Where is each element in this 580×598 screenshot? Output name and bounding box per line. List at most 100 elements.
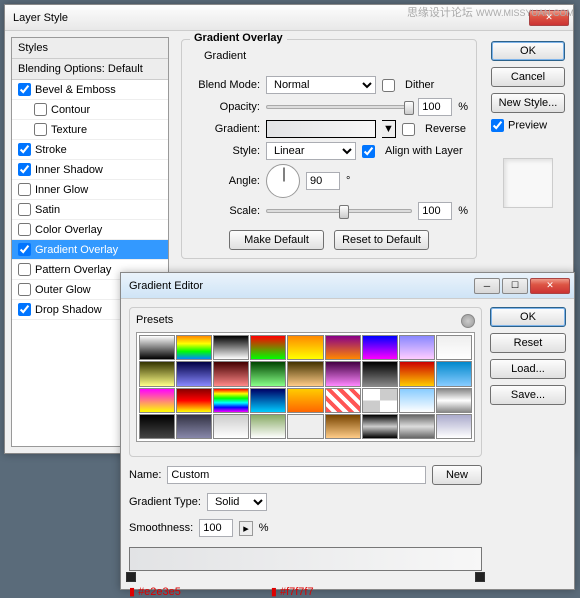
new-button[interactable]: New <box>432 465 482 485</box>
preset-swatch[interactable] <box>139 361 175 386</box>
style-checkbox[interactable] <box>18 163 31 176</box>
dither-checkbox[interactable] <box>382 79 395 92</box>
preset-swatch[interactable] <box>325 335 361 360</box>
preset-swatch[interactable] <box>436 335 472 360</box>
sidebar-blending-header[interactable]: Blending Options: Default <box>12 59 168 80</box>
preset-swatch[interactable] <box>287 361 323 386</box>
style-checkbox[interactable] <box>18 263 31 276</box>
reset-default-button[interactable]: Reset to Default <box>334 230 429 250</box>
preset-swatch[interactable] <box>436 361 472 386</box>
style-select[interactable]: Linear <box>266 142 356 160</box>
preset-swatch[interactable] <box>250 335 286 360</box>
style-checkbox[interactable] <box>18 203 31 216</box>
style-checkbox[interactable] <box>34 123 47 136</box>
pct-label: % <box>458 101 468 113</box>
preset-swatch[interactable] <box>399 361 435 386</box>
sidebar-styles-header[interactable]: Styles <box>12 38 168 59</box>
sidebar-item-gradient-overlay[interactable]: Gradient Overlay <box>12 240 168 260</box>
preset-swatch[interactable] <box>287 388 323 413</box>
style-label: Texture <box>51 124 87 136</box>
minimize-icon[interactable]: ─ <box>474 278 500 294</box>
save-button[interactable]: Save... <box>490 385 566 405</box>
sidebar-item-inner-shadow[interactable]: Inner Shadow <box>12 160 168 180</box>
preset-swatch[interactable] <box>213 335 249 360</box>
preset-swatch[interactable] <box>325 414 361 439</box>
sidebar-item-inner-glow[interactable]: Inner Glow <box>12 180 168 200</box>
preset-swatch[interactable] <box>176 388 212 413</box>
preset-swatch[interactable] <box>176 335 212 360</box>
reset-button[interactable]: Reset <box>490 333 566 353</box>
align-label: Align with Layer <box>385 145 463 157</box>
color-stop-left[interactable] <box>126 572 136 582</box>
style-checkbox[interactable] <box>18 143 31 156</box>
preset-swatch[interactable] <box>399 335 435 360</box>
preset-swatch[interactable] <box>213 388 249 413</box>
sidebar-item-color-overlay[interactable]: Color Overlay <box>12 220 168 240</box>
preset-swatch[interactable] <box>139 414 175 439</box>
cancel-button[interactable]: Cancel <box>491 67 565 87</box>
preset-swatch[interactable] <box>287 414 323 439</box>
new-style-button[interactable]: New Style... <box>491 93 565 113</box>
gradient-bar[interactable] <box>129 547 482 571</box>
style-checkbox[interactable] <box>18 283 31 296</box>
ok-button[interactable]: OK <box>490 307 566 327</box>
sidebar-item-texture[interactable]: Texture <box>12 120 168 140</box>
sidebar-item-satin[interactable]: Satin <box>12 200 168 220</box>
gradient-dropdown-icon[interactable]: ▼ <box>382 120 396 138</box>
smoothness-field[interactable] <box>199 519 233 537</box>
preset-swatch[interactable] <box>362 414 398 439</box>
preset-swatch[interactable] <box>325 361 361 386</box>
preview-checkbox[interactable] <box>491 119 504 132</box>
preset-swatch[interactable] <box>213 361 249 386</box>
preset-swatch[interactable] <box>325 388 361 413</box>
smoothness-stepper-icon[interactable]: ▸ <box>239 521 253 536</box>
close-icon[interactable]: ✕ <box>530 278 570 294</box>
opacity-label: Opacity: <box>190 101 260 113</box>
preset-swatch[interactable] <box>250 388 286 413</box>
reverse-checkbox[interactable] <box>402 123 415 136</box>
scale-slider[interactable] <box>266 209 412 213</box>
preset-swatch[interactable] <box>213 414 249 439</box>
align-checkbox[interactable] <box>362 145 375 158</box>
preset-swatch[interactable] <box>176 414 212 439</box>
angle-field[interactable] <box>306 172 340 190</box>
preset-swatch[interactable] <box>139 335 175 360</box>
maximize-icon[interactable]: ☐ <box>502 278 528 294</box>
preset-swatch[interactable] <box>399 414 435 439</box>
scale-field[interactable] <box>418 202 452 220</box>
style-checkbox[interactable] <box>34 103 47 116</box>
sidebar-item-stroke[interactable]: Stroke <box>12 140 168 160</box>
gear-icon[interactable] <box>461 314 475 328</box>
preset-swatch[interactable] <box>250 414 286 439</box>
preset-swatch[interactable] <box>287 335 323 360</box>
make-default-button[interactable]: Make Default <box>229 230 324 250</box>
preset-swatch[interactable] <box>399 388 435 413</box>
gradient-type-select[interactable]: Solid <box>207 493 267 511</box>
load-button[interactable]: Load... <box>490 359 566 379</box>
opacity-slider[interactable] <box>266 105 412 109</box>
style-checkbox[interactable] <box>18 223 31 236</box>
style-checkbox[interactable] <box>18 83 31 96</box>
preset-swatch[interactable] <box>176 361 212 386</box>
style-checkbox[interactable] <box>18 303 31 316</box>
preset-swatch[interactable] <box>250 361 286 386</box>
preset-swatch[interactable] <box>362 388 398 413</box>
ok-button[interactable]: OK <box>491 41 565 61</box>
name-field[interactable] <box>167 466 426 484</box>
preset-swatch[interactable] <box>362 361 398 386</box>
style-checkbox[interactable] <box>18 183 31 196</box>
gradient-preview[interactable] <box>266 120 376 138</box>
blend-mode-select[interactable]: Normal <box>266 76 376 94</box>
sidebar-item-contour[interactable]: Contour <box>12 100 168 120</box>
opacity-field[interactable] <box>418 98 452 116</box>
preset-swatch[interactable] <box>139 388 175 413</box>
color-stop-right[interactable] <box>475 572 485 582</box>
reverse-label: Reverse <box>425 123 466 135</box>
preset-swatch[interactable] <box>436 414 472 439</box>
titlebar[interactable]: Gradient Editor ─ ☐ ✕ <box>121 273 574 299</box>
preset-swatch[interactable] <box>436 388 472 413</box>
preset-swatch[interactable] <box>362 335 398 360</box>
sidebar-item-bevel-emboss[interactable]: Bevel & Emboss <box>12 80 168 100</box>
style-checkbox[interactable] <box>18 243 31 256</box>
angle-dial[interactable] <box>266 164 300 198</box>
